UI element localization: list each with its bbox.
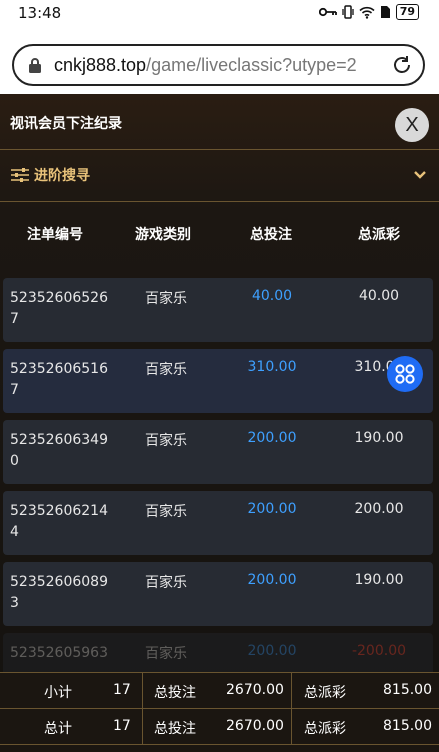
total-row: 总计 17 总投注 2670.00 总派彩 815.00 (0, 709, 439, 745)
order-id: 523526065267 (10, 290, 108, 327)
lock-icon (29, 58, 41, 73)
url-bar[interactable]: cnkj888.top/game/liveclassic?utype=2 (12, 44, 425, 86)
total-payout: 40.00 (358, 288, 400, 304)
header-total-bet: 总投注 (250, 227, 292, 243)
table-row[interactable]: 523526062144 百家乐 200.00 200.00 (3, 491, 433, 555)
total-bet-label: 总投注 (154, 721, 196, 737)
order-id: 52352605963 (10, 645, 108, 661)
total-payout: -200.00 (351, 643, 407, 659)
total-label: 总计 (44, 721, 72, 737)
table-row[interactable]: 523526060893 百家乐 200.00 190.00 (3, 562, 433, 626)
total-bet: 200.00 (247, 572, 297, 588)
table-row[interactable]: 523526065167 百家乐 310.00 310.00 (3, 349, 433, 413)
divider (142, 709, 143, 745)
game-type: 百家乐 (145, 646, 187, 662)
subtotal-payout: 815.00 (383, 682, 432, 698)
wifi-icon (359, 6, 375, 19)
summary-panel: 小计 17 总投注 2670.00 总派彩 815.00 总计 17 总投注 2… (0, 672, 439, 752)
total-bet: 310.00 (247, 359, 297, 375)
grid-menu-icon (395, 364, 415, 384)
header-total-payout: 总派彩 (358, 227, 400, 243)
order-id: 523526060893 (10, 574, 108, 611)
key-icon (318, 7, 337, 17)
divider (142, 673, 143, 709)
header-order-id: 注单编号 (27, 227, 83, 243)
total-payout: 200.00 (354, 501, 404, 517)
vibrate-icon (342, 5, 354, 19)
divider (291, 709, 292, 745)
subtotal-bet: 2670.00 (226, 682, 284, 698)
header-game-type: 游戏类别 (135, 227, 191, 243)
total-bet: 40.00 (251, 288, 293, 304)
subtotal-count: 17 (113, 682, 131, 698)
subtotal-label: 小计 (44, 685, 72, 701)
subtotal-payout-label: 总派彩 (304, 685, 346, 701)
total-payout-label: 总派彩 (304, 721, 346, 737)
game-type: 百家乐 (145, 504, 187, 520)
modal-header: 视讯会员下注纪录 X (0, 94, 439, 150)
divider (291, 673, 292, 709)
total-bet: 200.00 (247, 430, 297, 446)
close-button[interactable]: X (395, 108, 429, 142)
url-host: cnkj888.top (54, 54, 147, 75)
total-payout: 190.00 (354, 572, 404, 588)
total-payout: 815.00 (383, 718, 432, 734)
subtotal-bet-label: 总投注 (154, 685, 196, 701)
order-id: 523526065167 (10, 361, 108, 398)
sim-icon (380, 6, 390, 18)
url-text[interactable]: cnkj888.top/game/liveclassic?utype=2 (54, 55, 374, 76)
browser-toolbar: cnkj888.top/game/liveclassic?utype=2 (0, 30, 439, 94)
total-bet: 2670.00 (226, 718, 284, 734)
filter-sliders-icon (11, 168, 29, 182)
total-count: 17 (113, 718, 131, 734)
game-type: 百家乐 (145, 433, 187, 449)
floating-menu-button[interactable] (387, 356, 423, 392)
subtotal-row: 小计 17 总投注 2670.00 总派彩 815.00 (0, 673, 439, 709)
bet-record-modal: 视讯会员下注纪录 X 进阶搜寻 注单编号 游戏类别 总投注 总派彩 523526… (0, 94, 439, 752)
url-path: /game/liveclassic?utype=2 (146, 54, 357, 75)
status-icons: 79 (318, 4, 419, 20)
table-row[interactable]: 523526065267 百家乐 40.00 40.00 (3, 278, 433, 342)
table-header: 注单编号 游戏类别 总投注 总派彩 (0, 218, 439, 248)
game-type: 百家乐 (145, 291, 187, 307)
modal-title: 视讯会员下注纪录 (10, 116, 122, 132)
game-type: 百家乐 (145, 362, 187, 378)
table-row[interactable]: 523526063490 百家乐 200.00 190.00 (3, 420, 433, 484)
game-type: 百家乐 (145, 575, 187, 591)
order-id: 523526063490 (10, 432, 108, 469)
status-bar: 13:48 79 (0, 0, 439, 30)
advanced-search-toggle[interactable]: 进阶搜寻 (0, 150, 439, 202)
total-bet: 200.00 (247, 643, 297, 659)
total-payout: 190.00 (354, 430, 404, 446)
status-time: 13:48 (18, 4, 62, 22)
advanced-search-label: 进阶搜寻 (34, 168, 90, 184)
total-bet: 200.00 (247, 501, 297, 517)
battery-level: 79 (395, 4, 419, 20)
chevron-down-icon (414, 171, 426, 179)
reload-icon[interactable] (391, 54, 413, 76)
order-id: 523526062144 (10, 503, 108, 540)
